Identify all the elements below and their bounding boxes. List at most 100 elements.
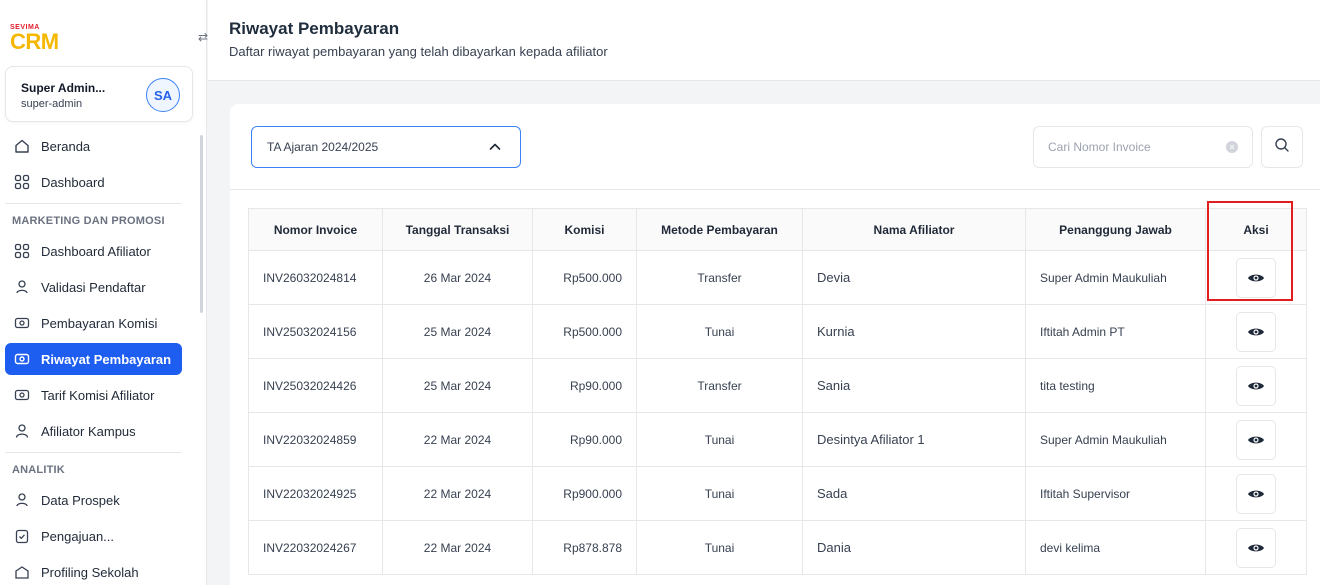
sidebar-scrollbar[interactable] <box>200 135 203 313</box>
cell-komisi: Rp878.878 <box>532 520 637 575</box>
cell-komisi: Rp500.000 <box>532 304 637 359</box>
sidebar-item-label: Dashboard Afiliator <box>41 243 151 259</box>
cell-pj: Super Admin Maukuliah <box>1025 412 1206 467</box>
eye-icon <box>1248 544 1264 551</box>
search-icon <box>1274 137 1290 158</box>
cell-pj: devi kelima <box>1025 520 1206 575</box>
cell-pj: Super Admin Maukuliah <box>1025 250 1206 305</box>
cell-invoice: INV22032024925 <box>248 466 383 521</box>
eye-icon <box>1248 328 1264 335</box>
sidebar-item-validasi-pendaftar[interactable]: Validasi Pendaftar <box>5 271 182 303</box>
column-header-date[interactable]: Tanggal Transaksi <box>382 208 533 251</box>
cell-date: 25 Mar 2024 <box>382 358 533 413</box>
cell-afiliator: Kurnia <box>802 304 1026 359</box>
sidebar-item-label: Beranda <box>41 138 91 154</box>
cell-afiliator: Dania <box>802 520 1026 575</box>
card-divider <box>230 189 1320 190</box>
column-header-afiliator[interactable]: Nama Afiliator <box>802 208 1026 251</box>
clear-icon[interactable]: ✕ <box>1226 141 1238 153</box>
cell-pj: tita testing <box>1025 358 1206 413</box>
sidebar-item-label: Data Prospek <box>41 492 120 508</box>
sidebar-item-label: Profiling Sekolah <box>41 564 139 580</box>
cell-metode: Tunai <box>636 304 803 359</box>
table-row: INV22032024925 22 Mar 2024 Rp900.000 Tun… <box>248 466 1307 521</box>
column-header-invoice[interactable]: Nomor Invoice <box>248 208 383 251</box>
view-detail-button[interactable] <box>1236 473 1276 514</box>
table-header-row: Nomor Invoice Tanggal Transaksi Komisi M… <box>248 208 1307 251</box>
cell-invoice: INV25032024156 <box>248 304 383 359</box>
cell-aksi <box>1205 412 1307 467</box>
sidebar-divider <box>5 452 182 453</box>
column-header-aksi: Aksi <box>1205 208 1307 251</box>
table-row: INV26032024814 26 Mar 2024 Rp500.000 Tra… <box>248 250 1307 305</box>
cell-aksi <box>1205 466 1307 521</box>
view-detail-button[interactable] <box>1236 365 1276 406</box>
eye-icon <box>1248 382 1264 389</box>
sidebar-item-riwayat-pembayaran[interactable]: Riwayat Pembayaran <box>5 343 182 375</box>
cell-metode: Transfer <box>636 358 803 413</box>
view-detail-button[interactable] <box>1236 257 1276 298</box>
cell-invoice: INV25032024426 <box>248 358 383 413</box>
search-button[interactable] <box>1261 126 1303 168</box>
user-card[interactable]: Super Admin... super-admin SA <box>5 66 193 122</box>
payment-history-table: Nomor Invoice Tanggal Transaksi Komisi M… <box>248 208 1307 575</box>
sidebar-item-afiliator-kampus[interactable]: Afiliator Kampus <box>5 415 182 447</box>
sidebar-item-label: Riwayat Pembayaran <box>41 351 172 367</box>
sidebar-item-label: Afiliator Kampus <box>41 423 136 439</box>
cell-invoice: INV22032024859 <box>248 412 383 467</box>
user-icon <box>13 422 31 440</box>
cell-invoice: INV26032024814 <box>248 250 383 305</box>
search-input[interactable]: Cari Nomor Invoice ✕ <box>1033 126 1253 168</box>
academic-year-select[interactable]: TA Ajaran 2024/2025 <box>251 126 521 168</box>
user-name: Super Admin... <box>21 81 106 95</box>
money-icon <box>13 350 31 368</box>
eye-icon <box>1248 274 1264 281</box>
table-row: INV22032024267 22 Mar 2024 Rp878.878 Tun… <box>248 520 1307 575</box>
view-detail-button[interactable] <box>1236 419 1276 460</box>
sidebar-item-dashboard-afiliator[interactable]: Dashboard Afiliator <box>5 235 182 267</box>
sidebar-item-beranda[interactable]: Beranda <box>5 130 182 162</box>
table-row: INV25032024426 25 Mar 2024 Rp90.000 Tran… <box>248 358 1307 413</box>
cell-date: 22 Mar 2024 <box>382 412 533 467</box>
money-icon <box>13 314 31 332</box>
cell-pj: Iftitah Admin PT <box>1025 304 1206 359</box>
sidebar-item-profiling-sekolah[interactable]: Profiling Sekolah <box>5 556 182 585</box>
table-row: INV22032024859 22 Mar 2024 Rp90.000 Tuna… <box>248 412 1307 467</box>
page-title: Riwayat Pembayaran <box>229 19 400 38</box>
sidebar-item-label: Validasi Pendaftar <box>41 279 146 295</box>
cell-aksi <box>1205 358 1307 413</box>
cell-date: 22 Mar 2024 <box>382 466 533 521</box>
view-detail-button[interactable] <box>1236 527 1276 568</box>
user-check-icon <box>13 278 31 296</box>
sidebar-item-label: Pembayaran Komisi <box>41 315 158 331</box>
page-header: Riwayat Pembayaran Daftar riwayat pembay… <box>208 0 1320 81</box>
cell-komisi: Rp90.000 <box>532 358 637 413</box>
cell-komisi: Rp90.000 <box>532 412 637 467</box>
avatar[interactable]: SA <box>146 78 180 112</box>
grid-icon <box>13 173 31 191</box>
content-card: TA Ajaran 2024/2025 Cari Nomor Invoice ✕… <box>230 104 1320 585</box>
view-detail-button[interactable] <box>1236 311 1276 352</box>
crm-logo[interactable]: SEVIMA CRM <box>10 24 59 54</box>
sidebar-toggle-icon[interactable]: ⇄ <box>198 30 208 44</box>
cell-komisi: Rp900.000 <box>532 466 637 521</box>
sidebar-item-tarif-komisi[interactable]: Tarif Komisi Afiliator <box>5 379 182 411</box>
cell-aksi <box>1205 304 1307 359</box>
column-header-pj[interactable]: Penanggung Jawab <box>1025 208 1206 251</box>
sidebar-item-pengajuan[interactable]: Pengajuan... <box>5 520 182 552</box>
sidebar-item-data-prospek[interactable]: Data Prospek <box>5 484 182 516</box>
cell-metode: Tunai <box>636 520 803 575</box>
cell-komisi: Rp500.000 <box>532 250 637 305</box>
cell-metode: Tunai <box>636 412 803 467</box>
section-label-analitik: ANALITIK <box>12 464 65 476</box>
cell-pj: Iftitah Supervisor <box>1025 466 1206 521</box>
sidebar-item-dashboard[interactable]: Dashboard <box>5 166 182 198</box>
eye-icon <box>1248 490 1264 497</box>
cell-metode: Tunai <box>636 466 803 521</box>
sidebar-item-pembayaran-komisi[interactable]: Pembayaran Komisi <box>5 307 182 339</box>
grid-icon <box>13 242 31 260</box>
column-header-komisi[interactable]: Komisi <box>532 208 637 251</box>
column-header-metode[interactable]: Metode Pembayaran <box>636 208 803 251</box>
table-row: INV25032024156 25 Mar 2024 Rp500.000 Tun… <box>248 304 1307 359</box>
logo-product-text: CRM <box>10 29 59 54</box>
